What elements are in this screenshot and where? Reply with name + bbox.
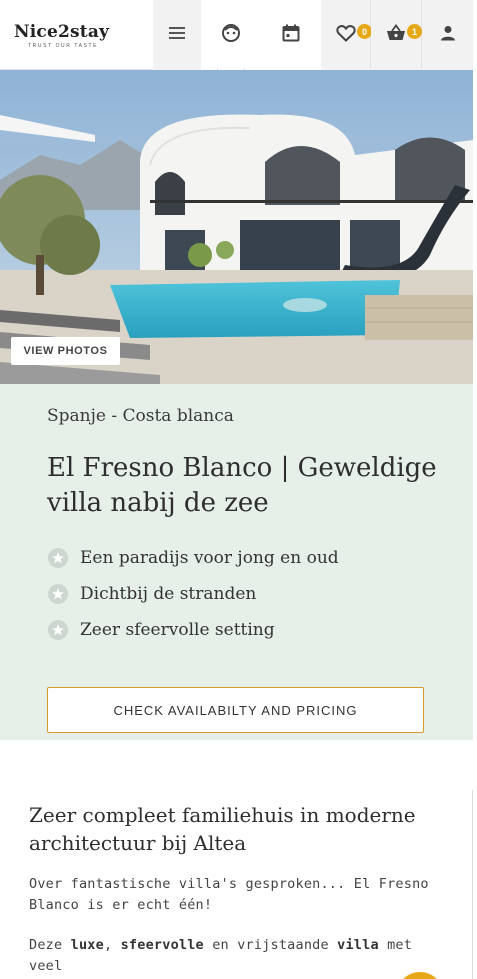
usp-item: Dichtbij de stranden — [47, 576, 339, 612]
star-icon — [47, 619, 69, 641]
bold-text: villa — [337, 937, 379, 953]
hero-photo[interactable]: VIEW PHOTOS — [0, 70, 473, 384]
page-edge — [473, 0, 477, 979]
favorites-button[interactable]: 0 — [321, 0, 372, 70]
logo-text: Nice2stay — [14, 21, 110, 42]
property-location: Spanje - Costa blanca — [47, 406, 234, 426]
calendar-icon — [282, 24, 300, 47]
site-header: Nice2stay TRUST OUR TASTE 0 1 — [0, 0, 473, 71]
usp-text: Dichtbij de stranden — [80, 584, 257, 604]
calendar-button[interactable] — [261, 0, 321, 70]
star-icon — [47, 583, 69, 605]
star-icon — [47, 547, 69, 569]
site-logo[interactable]: Nice2stay TRUST OUR TASTE — [0, 0, 153, 70]
description-paragraph: Deze luxe, sfeervolle en vrijstaande vil… — [29, 937, 413, 974]
bold-text: luxe — [70, 937, 104, 953]
usp-list: Een paradijs voor jong en oud Dichtbij d… — [47, 540, 339, 648]
person-icon — [440, 25, 456, 46]
usp-text: Een paradijs voor jong en oud — [80, 548, 339, 568]
basket-icon — [386, 23, 406, 46]
check-availability-button[interactable]: CHECK AVAILABILTY AND PRICING — [47, 687, 424, 733]
basket-count-badge: 1 — [407, 24, 422, 39]
description-paragraph: Over fantastische villa's gesproken... E… — [29, 876, 429, 913]
property-description: Zeer compleet familiehuis in moderne arc… — [0, 740, 473, 979]
basket-button[interactable]: 1 — [371, 0, 422, 70]
account-button[interactable] — [422, 0, 473, 70]
bold-text: sfeervolle — [120, 937, 204, 953]
kids-friendly-button[interactable] — [201, 0, 261, 71]
face-icon — [221, 23, 241, 48]
hamburger-menu-icon — [168, 26, 186, 45]
usp-item: Zeer sfeervolle setting — [47, 612, 339, 648]
property-summary-panel: Spanje - Costa blanca El Fresno Blanco |… — [0, 384, 473, 740]
menu-button[interactable] — [153, 0, 201, 70]
description-heading: Zeer compleet familiehuis in moderne arc… — [29, 803, 416, 855]
property-title: El Fresno Blanco | Geweldige villa nabij… — [47, 453, 437, 518]
logo-tagline: TRUST OUR TASTE — [28, 42, 99, 49]
usp-text: Zeer sfeervolle setting — [80, 620, 275, 640]
usp-item: Een paradijs voor jong en oud — [47, 540, 339, 576]
view-photos-button[interactable]: VIEW PHOTOS — [11, 337, 120, 365]
heart-icon — [335, 24, 356, 47]
favorites-count-badge: 0 — [357, 24, 372, 39]
